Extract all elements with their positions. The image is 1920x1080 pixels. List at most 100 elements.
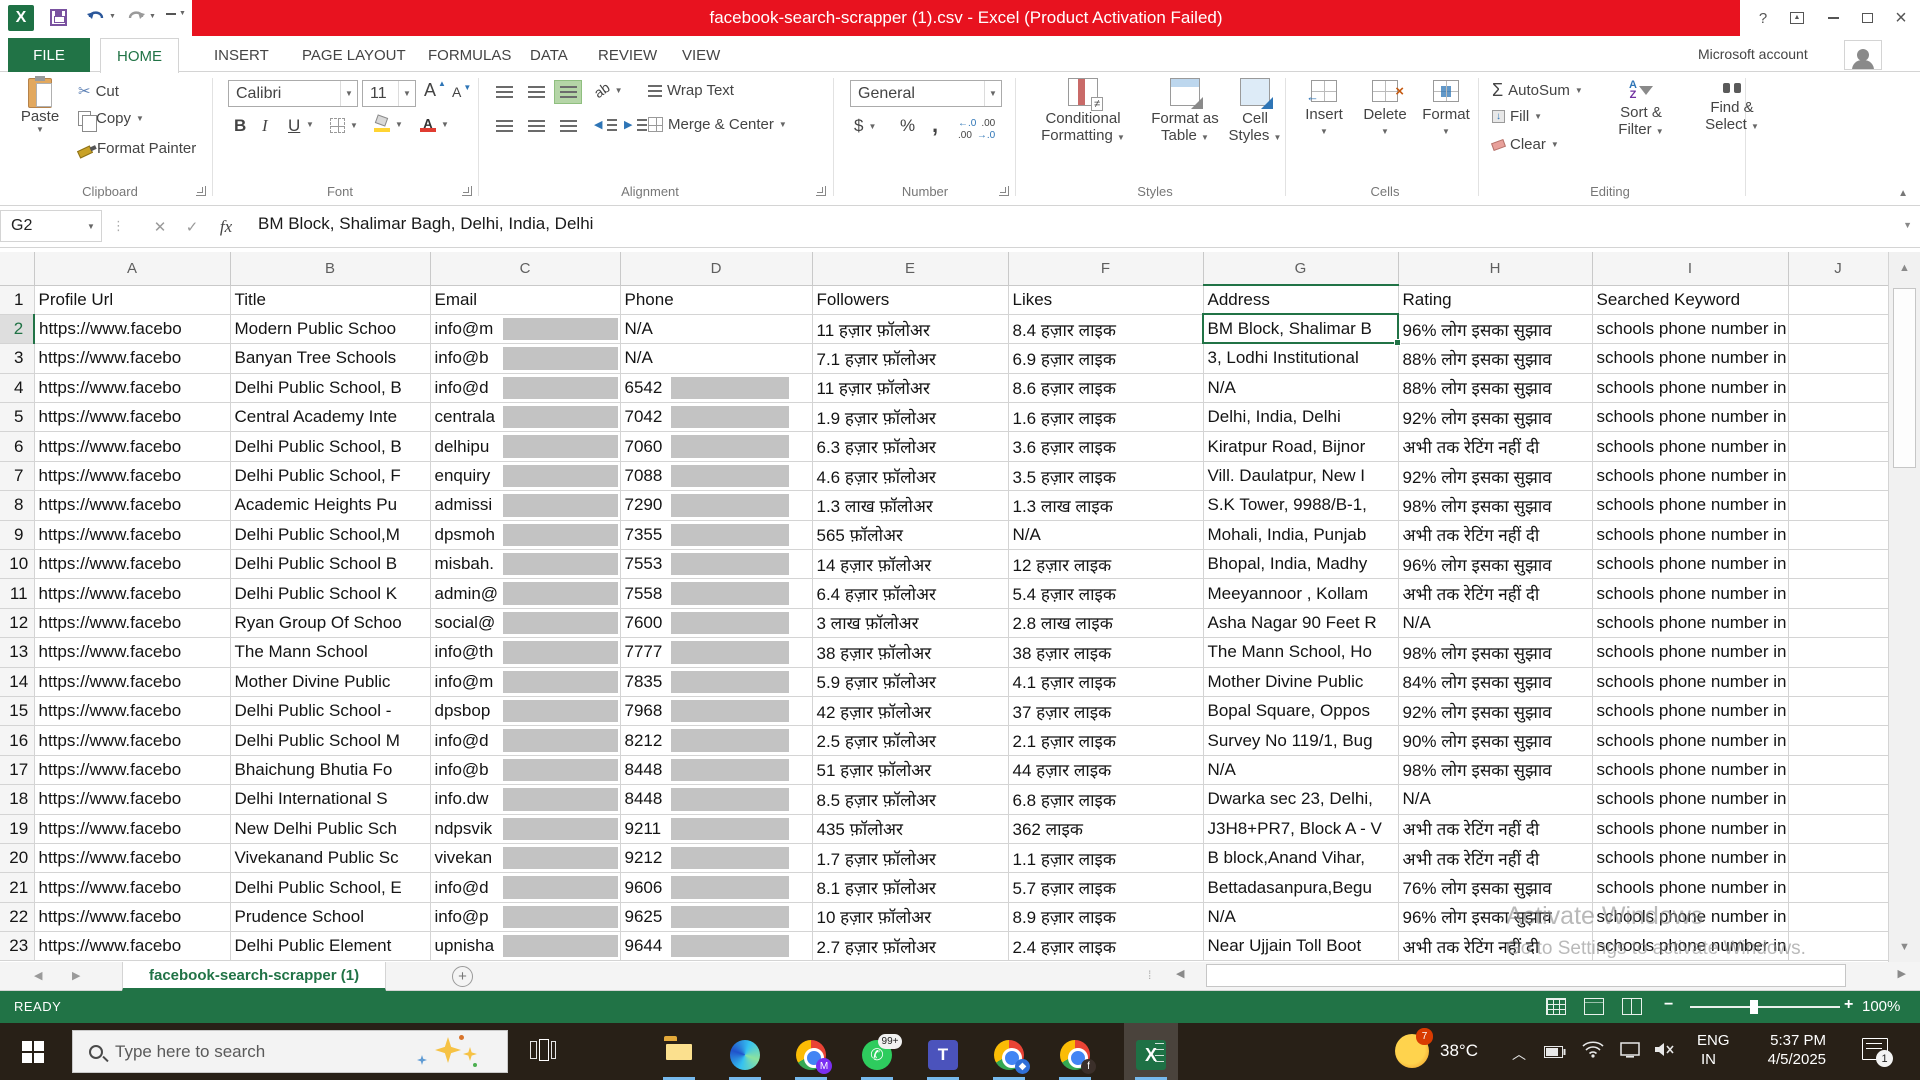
scroll-up-button[interactable]: ▲: [1889, 252, 1920, 283]
cell-i17[interactable]: schools phone number in delhi: [1592, 755, 1788, 784]
cell-i7[interactable]: schools phone number in delhi: [1592, 461, 1788, 490]
cell-c13[interactable]: info@th: [430, 638, 620, 667]
zoom-level[interactable]: 100%: [1862, 998, 1900, 1015]
row-header-15[interactable]: 15: [0, 696, 34, 725]
cell-i13[interactable]: schools phone number in delhi: [1592, 638, 1788, 667]
cell-d19[interactable]: 9211: [620, 814, 812, 843]
cell-a6[interactable]: https://www.facebo: [34, 432, 230, 461]
cell-a13[interactable]: https://www.facebo: [34, 638, 230, 667]
cell-c19[interactable]: ndpsvik: [430, 814, 620, 843]
cell-f15[interactable]: 37 हज़ार लाइक: [1008, 696, 1203, 725]
cell-i16[interactable]: schools phone number in delhi: [1592, 726, 1788, 755]
number-dialog-launcher[interactable]: [999, 186, 1009, 196]
align-center-button[interactable]: [522, 114, 550, 138]
cell-e11[interactable]: 6.4 हज़ार फ़ॉलोअर: [812, 579, 1008, 608]
taskbar-search[interactable]: Type here to search: [72, 1030, 508, 1073]
cell-e14[interactable]: 5.9 हज़ार फ़ॉलोअर: [812, 667, 1008, 696]
cell-b6[interactable]: Delhi Public School, B: [230, 432, 430, 461]
cell-b4[interactable]: Delhi Public School, B: [230, 373, 430, 402]
cell-e23[interactable]: 2.7 हज़ार फ़ॉलोअर: [812, 932, 1008, 961]
row-header-12[interactable]: 12: [0, 608, 34, 637]
font-size-combo[interactable]: 11▼: [362, 80, 416, 107]
cell-i18[interactable]: schools phone number in delhi: [1592, 785, 1788, 814]
zoom-slider-thumb[interactable]: [1750, 1000, 1758, 1014]
decrease-indent-button[interactable]: ◀: [594, 118, 617, 131]
battery-icon[interactable]: [1544, 1046, 1566, 1058]
row-header-20[interactable]: 20: [0, 843, 34, 872]
cell-g7[interactable]: Vill. Daulatpur, New I: [1203, 461, 1398, 490]
row-header-6[interactable]: 6: [0, 432, 34, 461]
paste-button[interactable]: Paste▼: [14, 78, 66, 134]
cell-a10[interactable]: https://www.facebo: [34, 550, 230, 579]
cell-c20[interactable]: vivekan: [430, 843, 620, 872]
cell-j6[interactable]: [1788, 432, 1888, 461]
percent-button[interactable]: %: [900, 116, 915, 136]
cell-j9[interactable]: [1788, 520, 1888, 549]
cell-h11[interactable]: अभी तक रेटिंग नहीं दी: [1398, 579, 1592, 608]
cell-c14[interactable]: info@m: [430, 667, 620, 696]
row-header-1[interactable]: 1: [0, 285, 34, 314]
underline-button[interactable]: U: [288, 116, 300, 136]
cell-j8[interactable]: [1788, 491, 1888, 520]
cell-h4[interactable]: 88% लोग इसका सुझाव: [1398, 373, 1592, 402]
cell-a23[interactable]: https://www.facebo: [34, 932, 230, 961]
orientation-button[interactable]: ab▼: [594, 82, 623, 98]
cell-i20[interactable]: schools phone number in delhi: [1592, 843, 1788, 872]
cell-h14[interactable]: 84% लोग इसका सुझाव: [1398, 667, 1592, 696]
cell-e17[interactable]: 51 हज़ार फ़ॉलोअर: [812, 755, 1008, 784]
cell-c10[interactable]: misbah.: [430, 550, 620, 579]
cell-b15[interactable]: Delhi Public School -: [230, 696, 430, 725]
cell-b10[interactable]: Delhi Public School B: [230, 550, 430, 579]
tab-review[interactable]: REVIEW: [582, 38, 673, 72]
currency-button[interactable]: $▼: [854, 116, 876, 136]
cell-b14[interactable]: Mother Divine Public: [230, 667, 430, 696]
cell-d10[interactable]: 7553: [620, 550, 812, 579]
cell-header-title[interactable]: Title: [230, 285, 430, 314]
row-header-19[interactable]: 19: [0, 814, 34, 843]
row-header-14[interactable]: 14: [0, 667, 34, 696]
cell-e5[interactable]: 1.9 हज़ार फ़ॉलोअर: [812, 403, 1008, 432]
cell-f19[interactable]: 362 लाइक: [1008, 814, 1203, 843]
cell-e21[interactable]: 8.1 हज़ार फ़ॉलोअर: [812, 873, 1008, 902]
underline-dropdown[interactable]: ▼: [306, 120, 314, 129]
cell-h12[interactable]: N/A: [1398, 608, 1592, 637]
cell-j22[interactable]: [1788, 902, 1888, 931]
cell-j17[interactable]: [1788, 755, 1888, 784]
cell-d17[interactable]: 8448: [620, 755, 812, 784]
cell-c12[interactable]: social@: [430, 608, 620, 637]
tab-home[interactable]: HOME: [100, 38, 179, 73]
cell-f17[interactable]: 44 हज़ार लाइक: [1008, 755, 1203, 784]
cell-b12[interactable]: Ryan Group Of Schoo: [230, 608, 430, 637]
sort-filter-button[interactable]: AZ Sort & Filter ▼: [1600, 80, 1682, 138]
tray-expand-icon[interactable]: ︿: [1512, 1044, 1526, 1064]
cell-i12[interactable]: schools phone number in delhi: [1592, 608, 1788, 637]
borders-button[interactable]: ▼: [330, 118, 358, 133]
cell-e10[interactable]: 14 हज़ार फ़ॉलोअर: [812, 550, 1008, 579]
cell-styles-button[interactable]: Cell Styles ▼: [1228, 78, 1282, 144]
cell-header-address[interactable]: Address: [1203, 285, 1398, 314]
comma-button[interactable]: ,: [932, 112, 938, 138]
find-select-button[interactable]: Find & Select ▼: [1690, 80, 1774, 133]
row-header-4[interactable]: 4: [0, 373, 34, 402]
cell-h16[interactable]: 90% लोग इसका सुझाव: [1398, 726, 1592, 755]
cell-j20[interactable]: [1788, 843, 1888, 872]
tab-view[interactable]: VIEW: [666, 38, 736, 72]
number-format-combo[interactable]: General▼: [850, 80, 1002, 107]
cell-e18[interactable]: 8.5 हज़ार फ़ॉलोअर: [812, 785, 1008, 814]
cell-d8[interactable]: 7290: [620, 491, 812, 520]
ribbon-display-options-button[interactable]: ▲: [1782, 6, 1812, 30]
row-header-18[interactable]: 18: [0, 785, 34, 814]
cell-e9[interactable]: 565 फ़ॉलोअर: [812, 520, 1008, 549]
cell-i19[interactable]: schools phone number in delhi: [1592, 814, 1788, 843]
cell-g11[interactable]: Meeyannoor , Kollam: [1203, 579, 1398, 608]
cell-a16[interactable]: https://www.facebo: [34, 726, 230, 755]
insert-function-button[interactable]: fx: [212, 214, 240, 240]
cell-a17[interactable]: https://www.facebo: [34, 755, 230, 784]
cell-c18[interactable]: info.dw: [430, 785, 620, 814]
cell-d5[interactable]: 7042: [620, 403, 812, 432]
clipboard-dialog-launcher[interactable]: [196, 186, 206, 196]
cell-b11[interactable]: Delhi Public School K: [230, 579, 430, 608]
cell-h5[interactable]: 92% लोग इसका सुझाव: [1398, 403, 1592, 432]
zoom-slider-track[interactable]: [1690, 1006, 1840, 1008]
cell-c21[interactable]: info@d: [430, 873, 620, 902]
